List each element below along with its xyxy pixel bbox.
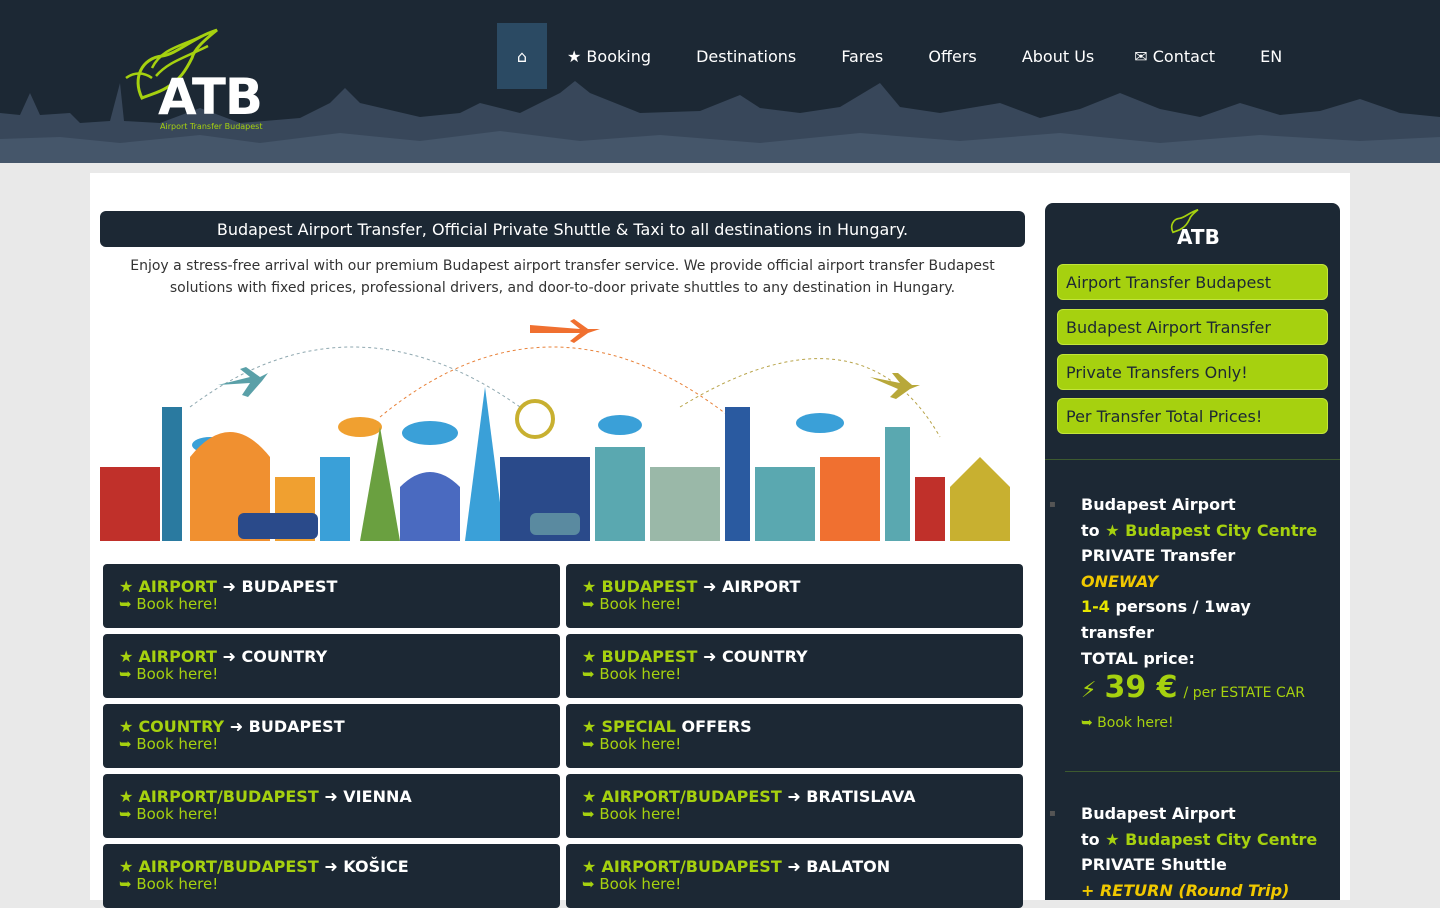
sidebar-pill-private-transfers[interactable]: Private Transfers Only! — [1057, 354, 1328, 390]
route-title: ★ AIRPORT/BUDAPEST ➜ KOŠICE — [119, 857, 409, 876]
route-title: ★ AIRPORT/BUDAPEST ➜ VIENNA — [119, 787, 412, 806]
book-here-link[interactable]: ➥ Book here! — [582, 596, 1007, 612]
nav-item-destinations[interactable]: 󠀠 Destinations — [671, 23, 816, 89]
site-logo[interactable]: ATB Airport Transfer Budapest — [122, 28, 272, 136]
sidebar-logo: ATB — [1163, 208, 1223, 251]
route-card-kosice[interactable]: ★ AIRPORT/BUDAPEST ➜ KOŠICE ➥ Book here! — [103, 844, 560, 908]
route-title: ★ BUDAPEST ➜ COUNTRY — [582, 647, 808, 666]
book-here-link[interactable]: ➥ Book here! — [582, 876, 1007, 892]
nav-home-button[interactable]: ⌂ — [497, 23, 547, 89]
route-title: ★ BUDAPEST ➜ AIRPORT — [582, 577, 801, 596]
route-card-country-budapest[interactable]: ★ COUNTRY ➜ BUDAPEST ➥ Book here! — [103, 704, 560, 768]
main-nav: ⌂ ★ Booking 󠀠 Destinations 󠀠 Fares 󠀠 Off… — [497, 23, 1302, 89]
route-card-airport-budapest[interactable]: ★ AIRPORT ➜ BUDAPEST ➥ Book here! — [103, 564, 560, 628]
site-header: ATB Airport Transfer Budapest ⌂ ★ Bookin… — [0, 0, 1440, 163]
book-here-link[interactable]: ➥ Book here! — [119, 876, 544, 892]
book-here-link[interactable]: ➥ Book here! — [119, 806, 544, 822]
home-icon: ⌂ — [516, 46, 528, 66]
logo-tagline: Airport Transfer Budapest — [160, 122, 263, 131]
airplane-icon — [530, 319, 600, 343]
logo-wordmark: ATB — [158, 68, 263, 126]
offer-book-here-link[interactable]: ➥ Book here! — [1081, 711, 1326, 737]
route-title: ★ AIRPORT/BUDAPEST ➜ BALATON — [582, 857, 891, 876]
sidebar-divider — [1045, 459, 1340, 460]
route-title: ★ AIRPORT ➜ BUDAPEST — [119, 577, 338, 596]
route-card-bratislava[interactable]: ★ AIRPORT/BUDAPEST ➜ BRATISLAVA ➥ Book h… — [566, 774, 1023, 838]
nav-item-about-us[interactable]: 󠀠 About Us — [997, 23, 1115, 89]
nav-item-booking[interactable]: ★ Booking — [547, 23, 671, 89]
book-here-link[interactable]: ➥ Book here! — [119, 736, 544, 752]
content-column: Budapest Airport Transfer, Official Priv… — [100, 211, 1025, 908]
route-card-vienna[interactable]: ★ AIRPORT/BUDAPEST ➜ VIENNA ➥ Book here! — [103, 774, 560, 838]
world-landmarks-illustration — [100, 319, 1010, 541]
bolt-icon: ⚡ — [1081, 678, 1097, 704]
book-here-link[interactable]: ➥ Book here! — [582, 736, 1007, 752]
offer-divider — [1065, 771, 1340, 772]
intro-text: Enjoy a stress-free arrival with our pre… — [130, 258, 995, 296]
sidebar-pill-total-prices[interactable]: Per Transfer Total Prices! — [1057, 398, 1328, 434]
main-container: Budapest Airport Transfer, Official Priv… — [90, 173, 1350, 908]
list-bullet: ▪ — [1049, 808, 1056, 819]
route-card-balaton[interactable]: ★ AIRPORT/BUDAPEST ➜ BALATON ➥ Book here… — [566, 844, 1023, 908]
book-here-link[interactable]: ➥ Book here! — [582, 666, 1007, 682]
route-title: ★ AIRPORT ➜ COUNTRY — [119, 647, 328, 666]
route-card-airport-country[interactable]: ★ AIRPORT ➜ COUNTRY ➥ Book here! — [103, 634, 560, 698]
sidebar: ATB Airport Transfer Budapest Budapest A… — [1045, 203, 1340, 900]
offer-oneway: Budapest Airport to ★ Budapest City Cent… — [1081, 492, 1326, 736]
offer-price: ⚡ 39 € / per ESTATE CAR — [1081, 670, 1306, 706]
route-card-budapest-airport[interactable]: ★ BUDAPEST ➜ AIRPORT ➥ Book here! — [566, 564, 1023, 628]
list-bullet: ▪ — [1049, 499, 1056, 510]
book-here-link[interactable]: ➥ Book here! — [582, 806, 1007, 822]
book-here-link[interactable]: ➥ Book here! — [119, 596, 544, 612]
sidebar-pill-budapest-airport-transfer[interactable]: Budapest Airport Transfer — [1057, 309, 1328, 345]
route-title: ★ AIRPORT/BUDAPEST ➜ BRATISLAVA — [582, 787, 916, 806]
nav-item-offers[interactable]: 󠀠 Offers — [903, 23, 996, 89]
sidebar-logo-text: ATB — [1177, 225, 1220, 249]
page-banner: Budapest Airport Transfer, Official Priv… — [100, 211, 1025, 247]
route-title: ★ COUNTRY ➜ BUDAPEST — [119, 717, 345, 736]
route-card-budapest-country[interactable]: ★ BUDAPEST ➜ COUNTRY ➥ Book here! — [566, 634, 1023, 698]
nav-item-fares[interactable]: 󠀠 Fares — [816, 23, 903, 89]
nav-item-language[interactable]: 󠀠 EN — [1235, 23, 1302, 89]
nav-item-contact[interactable]: ✉ Contact — [1114, 23, 1235, 89]
book-here-link[interactable]: ➥ Book here! — [119, 666, 544, 682]
offer-return: Budapest Airport to ★ Budapest City Cent… — [1081, 804, 1318, 900]
route-card-special-offers[interactable]: ★ SPECIAL OFFERS ➥ Book here! — [566, 704, 1023, 768]
sidebar-pill-airport-transfer-budapest[interactable]: Airport Transfer Budapest — [1057, 264, 1328, 300]
route-title: ★ SPECIAL OFFERS — [582, 717, 752, 736]
